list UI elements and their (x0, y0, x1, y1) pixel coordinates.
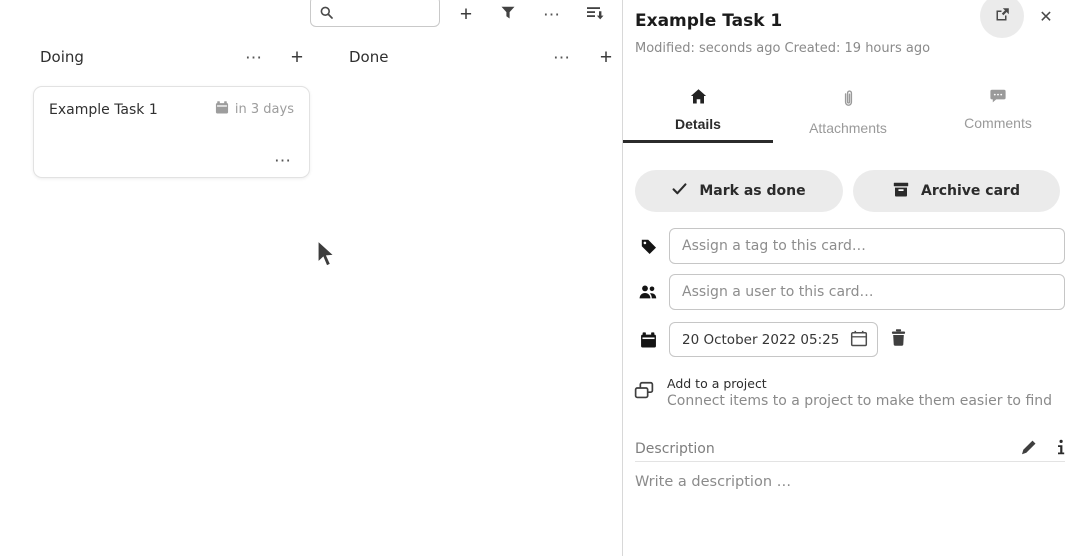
close-icon: ✕ (1039, 7, 1052, 27)
search-box[interactable] (310, 0, 440, 27)
add-to-project-row[interactable]: Add to a project Connect items to a proj… (633, 371, 1063, 413)
card-due-label: in 3 days (235, 102, 294, 117)
add-to-project-subtitle: Connect items to a project to make them … (667, 393, 1052, 409)
check-icon (672, 183, 687, 199)
plus-icon: + (600, 47, 612, 68)
description-header: Description (635, 436, 1065, 462)
menu-button[interactable]: ⋯ (536, 0, 568, 28)
paperclip-icon (843, 89, 854, 111)
archive-card-label: Archive card (921, 183, 1020, 199)
column-header-done: Done (349, 44, 388, 70)
remove-date-button[interactable] (891, 329, 906, 349)
panel-title: Example Task 1 (635, 11, 782, 31)
tab-label: Comments (964, 115, 1032, 131)
column-name: Doing (40, 48, 84, 66)
archive-card-button[interactable]: Archive card (853, 170, 1060, 212)
assign-user-input[interactable] (669, 274, 1065, 310)
more-icon: ⋯ (245, 49, 263, 66)
card-details-panel: Example Task 1 Modified: seconds ago Cre… (623, 0, 1073, 556)
tab-label: Attachments (809, 120, 887, 136)
due-date-field[interactable] (669, 322, 878, 357)
tab-details[interactable]: Details (623, 80, 773, 143)
home-icon (690, 89, 707, 107)
sort-button[interactable] (579, 0, 611, 28)
sort-descending-icon (587, 6, 604, 23)
plus-icon: + (460, 4, 472, 25)
more-icon: ⋯ (274, 151, 292, 170)
tag-icon (637, 235, 659, 257)
mouse-cursor (316, 240, 335, 272)
users-icon (637, 281, 659, 303)
search-input[interactable] (333, 2, 439, 26)
app-window: + ⋯ Doing ⋯ + Done ⋯ + Example Task 1 (0, 0, 1073, 556)
filter-button[interactable] (492, 0, 524, 28)
mark-as-done-label: Mark as done (699, 183, 805, 199)
calendar-icon (215, 101, 229, 118)
description-info-button[interactable] (1057, 439, 1065, 459)
task-card[interactable]: Example Task 1 in 3 days ⋯ (33, 86, 310, 178)
calendar-icon (637, 329, 659, 351)
card-more-button[interactable]: ⋯ (272, 152, 294, 169)
external-link-icon (994, 6, 1011, 26)
trash-icon (891, 329, 906, 349)
description-label: Description (635, 441, 715, 457)
column-name: Done (349, 48, 388, 66)
more-icon: ⋯ (543, 6, 561, 23)
due-date-input[interactable] (670, 332, 850, 348)
add-card-button[interactable]: + (450, 0, 482, 28)
date-picker-button[interactable] (850, 330, 877, 350)
add-to-project-title: Add to a project (667, 376, 1052, 391)
description-placeholder[interactable]: Write a description … (635, 474, 791, 490)
mark-as-done-button[interactable]: Mark as done (635, 170, 843, 212)
panel-meta: Modified: seconds ago Created: 19 hours … (635, 41, 930, 56)
more-icon: ⋯ (553, 49, 571, 66)
search-icon (320, 6, 333, 19)
info-icon (1057, 439, 1065, 459)
calendar-outline-icon (850, 330, 868, 350)
column-doing-more-button[interactable]: ⋯ (241, 44, 267, 70)
tag-input[interactable] (669, 228, 1065, 264)
filter-icon (501, 6, 515, 22)
plus-icon: + (291, 47, 303, 68)
archive-icon (893, 182, 909, 201)
column-doing-add-button[interactable]: + (284, 44, 310, 70)
close-panel-button[interactable]: ✕ (1032, 3, 1060, 31)
card-due-date: in 3 days (215, 101, 294, 118)
project-copies-icon (633, 381, 655, 404)
card-title: Example Task 1 (49, 102, 158, 118)
comment-icon (990, 89, 1006, 106)
tab-attachments[interactable]: Attachments (773, 80, 923, 143)
open-in-window-button[interactable] (980, 0, 1024, 38)
tab-comments[interactable]: Comments (923, 80, 1073, 143)
column-done-more-button[interactable]: ⋯ (549, 44, 575, 70)
edit-description-button[interactable] (1021, 440, 1037, 458)
column-header-doing: Doing (40, 44, 84, 70)
tab-label: Details (675, 116, 721, 132)
panel-tabs: Details Attachments Comments (623, 80, 1073, 143)
pencil-icon (1021, 440, 1037, 458)
column-done-add-button[interactable]: + (593, 44, 619, 70)
